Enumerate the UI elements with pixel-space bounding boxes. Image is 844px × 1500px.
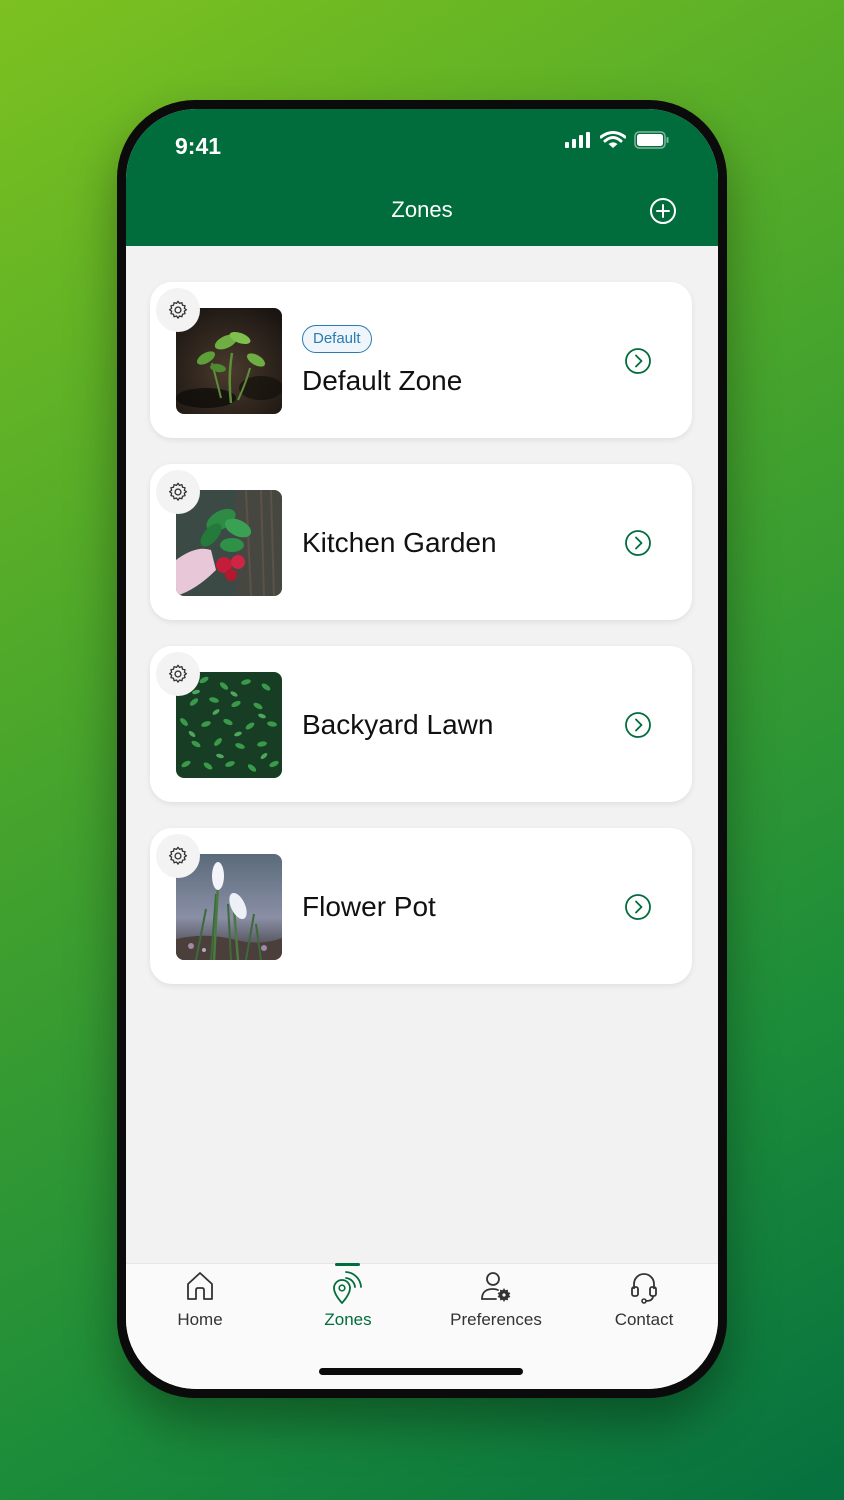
header-bar: 9:41 Zones — [126, 109, 718, 246]
active-tab-indicator — [335, 1263, 360, 1266]
battery-icon — [634, 131, 670, 153]
open-zone-button[interactable] — [624, 893, 652, 921]
plus-circle-icon — [650, 198, 676, 224]
cellular-signal-icon — [564, 131, 592, 153]
app-screen: 9:41 Zones Default Default Zone Kitchen … — [126, 109, 718, 1389]
zone-card[interactable]: Kitchen Garden — [150, 464, 692, 620]
status-time: 9:41 — [175, 133, 222, 159]
home-icon — [187, 1272, 213, 1300]
tab-home[interactable]: Home — [126, 1264, 274, 1344]
gear-icon — [168, 846, 188, 865]
gear-icon — [168, 300, 188, 319]
page-title: Zones — [391, 197, 453, 222]
tab-label: Contact — [614, 1310, 674, 1329]
default-badge: Default — [302, 325, 372, 353]
zone-name: Default Zone — [302, 365, 463, 396]
tab-label: Preferences — [450, 1310, 542, 1329]
zone-settings-button[interactable] — [156, 834, 200, 878]
status-icons — [564, 131, 670, 153]
zone-card[interactable]: Backyard Lawn — [150, 646, 692, 802]
zone-settings-button[interactable] — [156, 652, 200, 696]
zone-card[interactable]: Flower Pot — [150, 828, 692, 984]
bottom-tab-bar: Home Zones Preferences Contact — [126, 1263, 718, 1389]
chevron-right-circle-icon — [625, 348, 651, 374]
headset-icon — [631, 1273, 657, 1304]
chevron-right-circle-icon — [625, 712, 651, 738]
add-zone-button[interactable] — [648, 196, 678, 226]
open-zone-button[interactable] — [624, 711, 652, 739]
zone-name: Flower Pot — [302, 891, 436, 922]
zone-name: Backyard Lawn — [302, 709, 494, 740]
tab-zones[interactable]: Zones — [274, 1263, 422, 1344]
tab-contact[interactable]: Contact — [570, 1264, 718, 1344]
zone-list: Default Default Zone Kitchen Garden Back… — [150, 282, 694, 1010]
open-zone-button[interactable] — [624, 347, 652, 375]
tab-label: Home — [177, 1310, 223, 1329]
gear-icon — [168, 664, 188, 683]
zone-name: Kitchen Garden — [302, 527, 497, 558]
home-indicator — [319, 1368, 523, 1375]
zone-settings-button[interactable] — [156, 470, 200, 514]
gear-icon — [168, 482, 188, 501]
chevron-right-circle-icon — [625, 894, 651, 920]
tab-label: Zones — [324, 1310, 372, 1329]
chevron-right-circle-icon — [625, 530, 651, 556]
tab-preferences[interactable]: Preferences — [422, 1264, 570, 1344]
user-settings-icon — [481, 1272, 511, 1302]
open-zone-button[interactable] — [624, 529, 652, 557]
phone-frame: 9:41 Zones Default Default Zone Kitchen … — [117, 100, 727, 1398]
wifi-icon — [599, 131, 627, 153]
zone-signal-icon — [333, 1271, 362, 1304]
zone-card[interactable]: Default Default Zone — [150, 282, 692, 438]
zone-settings-button[interactable] — [156, 288, 200, 332]
